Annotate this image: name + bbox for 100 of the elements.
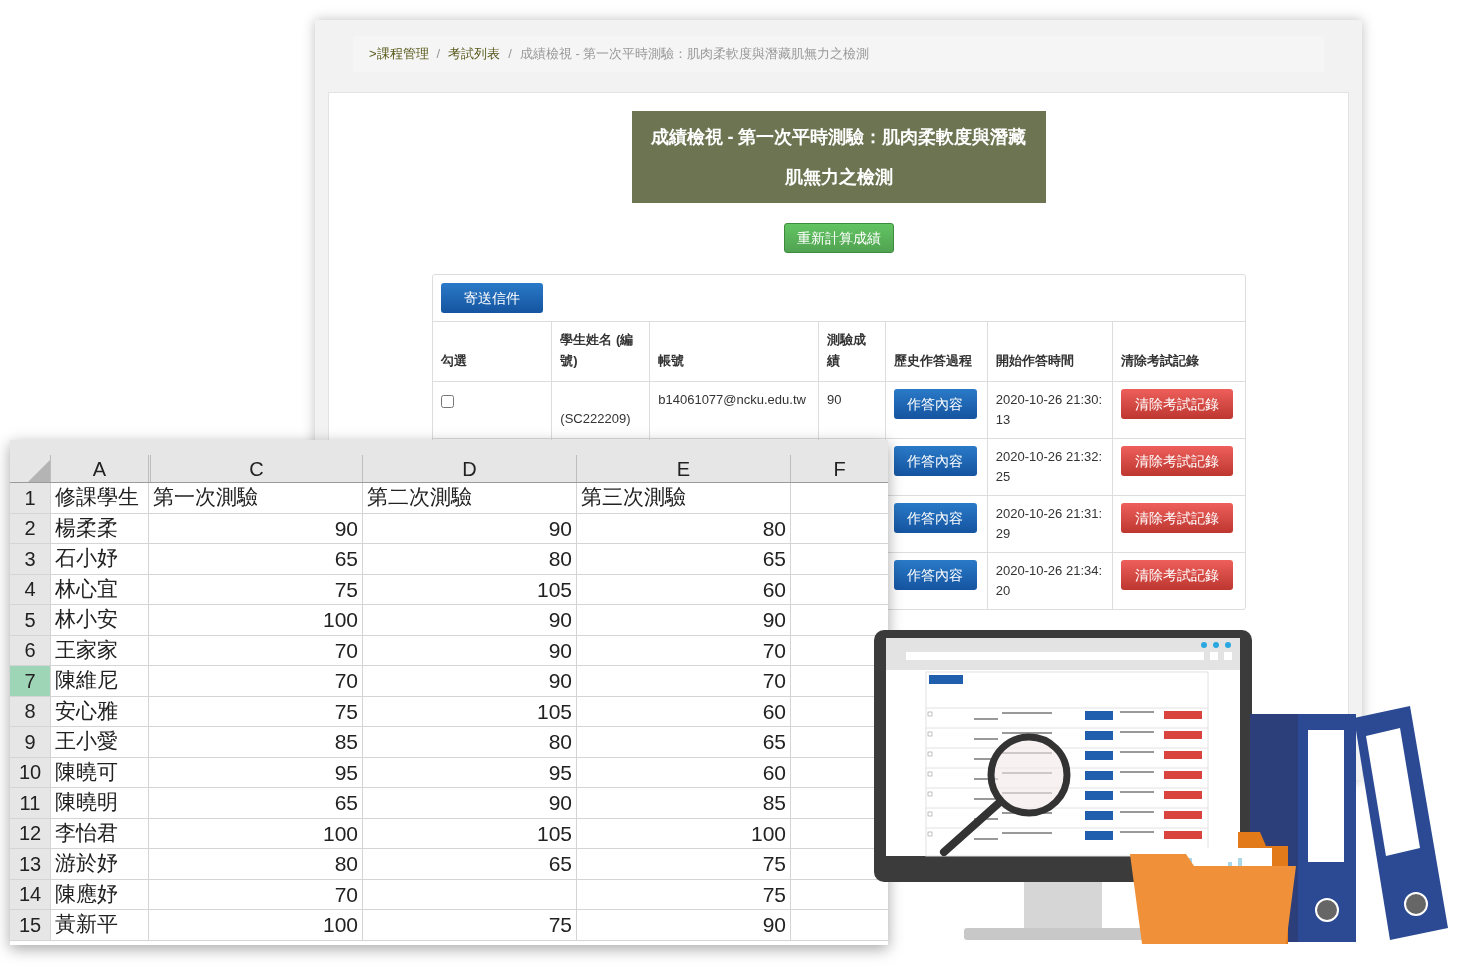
spreadsheet-cell-text: 105 [536, 698, 572, 725]
table-cell: 2020-10-26 21:30:13 [995, 392, 1103, 427]
spreadsheet-cell-text: 王小愛 [55, 728, 118, 755]
clear-record-button[interactable]: 清除考試記錄 [1120, 503, 1233, 533]
clear-record-button[interactable]: 清除考試記錄 [1120, 389, 1233, 419]
spreadsheet-cell-text: 陳曉可 [55, 758, 118, 786]
spreadsheet-cell-text: 林小安 [55, 606, 118, 633]
spreadsheet-cell-text: 楊柔柔 [55, 514, 118, 542]
page-title: 成績檢視 - 第一次平時測驗：肌肉柔軟度與潛藏肌無力之檢測 [631, 111, 1046, 203]
row-header[interactable]: 6 [10, 635, 50, 665]
spreadsheet-cell-text: 90 [548, 637, 572, 664]
breadcrumb-link[interactable]: 考試列表 [448, 44, 501, 64]
breadcrumb-link[interactable]: >課程管理 [369, 44, 429, 64]
row-header[interactable]: 7 [10, 666, 50, 696]
spreadsheet-cell-text: 石小妤 [55, 545, 118, 572]
answer-content-button[interactable]: 作答內容 [893, 503, 977, 533]
row-header[interactable]: 4 [10, 574, 50, 604]
row-header[interactable]: 1 [10, 483, 50, 513]
spreadsheet-cell-text: 105 [536, 576, 572, 603]
spreadsheet-cell-text: 80 [548, 546, 572, 572]
column-header: 測驗成績 [818, 322, 885, 381]
spreadsheet-cell-text: 65 [548, 851, 572, 877]
spreadsheet-cell-text: 第三次測驗 [581, 484, 686, 511]
row-header[interactable]: 2 [10, 513, 50, 543]
table-cell: 90 [827, 392, 842, 407]
row-header[interactable]: 11 [10, 788, 50, 818]
spreadsheet-cell-text: 100 [322, 912, 358, 938]
column-header: 帳號 [649, 322, 819, 381]
spreadsheet-cell-text: 第一次測驗 [153, 484, 258, 511]
spreadsheet-cell-text: 70 [334, 881, 358, 908]
column-header: 歷史作答過程 [884, 322, 987, 381]
spreadsheet-cell-text: 100 [322, 820, 358, 847]
spreadsheet-cell-text: 修課學生 [55, 484, 139, 511]
answer-content-button[interactable]: 作答內容 [893, 389, 977, 419]
row-header[interactable]: 9 [10, 727, 50, 757]
table-cell: 2020-10-26 21:34:20 [995, 563, 1103, 598]
clear-record-button[interactable]: 清除考試記錄 [1120, 446, 1233, 476]
spreadsheet-cell-text: 80 [548, 729, 572, 755]
spreadsheet-cell-text: 80 [762, 515, 786, 542]
spreadsheet-cell-text: 60 [762, 759, 786, 786]
spreadsheet-cell-text: 75 [548, 912, 572, 938]
row-header[interactable]: 3 [10, 544, 50, 574]
spreadsheet-cell-text: 陳維尼 [55, 667, 118, 694]
spreadsheet-cell-text: 林心宜 [55, 575, 118, 603]
spreadsheet-cell-text: 85 [334, 729, 358, 755]
spreadsheet-cell-text: 70 [334, 637, 358, 664]
table-cell: b14061077@ncku.edu.tw [658, 392, 806, 407]
answer-content-button[interactable]: 作答內容 [893, 446, 977, 476]
spreadsheet-cell-text: 75 [762, 881, 786, 908]
spreadsheet-cell-text: 90 [762, 607, 786, 633]
spreadsheet-cell-text: 60 [762, 576, 786, 603]
column-header[interactable]: F [790, 455, 888, 482]
spreadsheet-cell-text: 90 [548, 790, 572, 816]
table-cell: 2020-10-26 21:32:25 [995, 449, 1103, 484]
spreadsheet-cell-text: 王家家 [55, 636, 118, 664]
spreadsheet-cell-text: 85 [762, 790, 786, 816]
row-header[interactable]: 8 [10, 696, 50, 726]
column-header: 勾選 [439, 352, 468, 370]
spreadsheet-cell-text: 70 [762, 668, 786, 694]
spreadsheet-cell-text: 第二次測驗 [367, 484, 472, 511]
spreadsheet-cell-text: 65 [334, 790, 358, 816]
table-cell: 2020-10-26 21:31:29 [995, 506, 1103, 541]
answer-content-button[interactable]: 作答內容 [893, 560, 977, 590]
spreadsheet-cell-text: 李怡君 [55, 819, 118, 847]
spreadsheet-cell-text: 90 [762, 912, 786, 938]
row-header[interactable]: 12 [10, 818, 50, 848]
spreadsheet-cell-text: 70 [334, 668, 358, 694]
spreadsheet-cell-text: 95 [548, 759, 572, 786]
row-header[interactable]: 14 [10, 879, 50, 909]
table-cell-text: (SC222209) [560, 409, 631, 428]
spreadsheet-cell-text: 80 [334, 851, 358, 877]
spreadsheet-cell-text: 安心雅 [55, 697, 118, 725]
row-checkbox[interactable] [440, 395, 454, 408]
clear-record-button[interactable]: 清除考試記錄 [1120, 560, 1233, 590]
spreadsheet-cell-text: 95 [334, 759, 358, 786]
spreadsheet-cell-text: 游於妤 [55, 850, 118, 877]
row-header[interactable]: 10 [10, 757, 50, 787]
column-header: 清除考試記錄 [1111, 322, 1245, 381]
breadcrumb-separator: / [508, 45, 512, 64]
spreadsheet-cell-text: 70 [762, 637, 786, 664]
spreadsheet-cell-text: 90 [548, 668, 572, 694]
spreadsheet-cell-text: 65 [762, 546, 786, 572]
breadcrumb-separator: / [436, 45, 441, 64]
spreadsheet-cell-text: 100 [750, 820, 786, 847]
column-header[interactable]: E [576, 455, 790, 482]
spreadsheet-cell-text: 75 [762, 851, 786, 877]
send-mail-button[interactable]: 寄送信件 [440, 283, 543, 313]
row-header[interactable]: 15 [10, 910, 50, 940]
row-header[interactable]: 13 [10, 849, 50, 879]
column-header[interactable]: A [50, 455, 148, 482]
spreadsheet-cell-text: 75 [334, 698, 358, 725]
spreadsheet-cell-text: 陳應妤 [55, 880, 118, 908]
column-header: 學生姓名 (編號) [551, 322, 650, 381]
spreadsheet-cell-text: 陳曉明 [55, 789, 118, 816]
spreadsheet-cell-text: 65 [762, 729, 786, 755]
column-header[interactable]: D [362, 455, 576, 482]
spreadsheet-cell-text: 90 [334, 515, 358, 542]
column-header[interactable]: C [148, 455, 362, 482]
spreadsheet-cell-text: 75 [334, 576, 358, 603]
row-header[interactable]: 5 [10, 605, 50, 635]
